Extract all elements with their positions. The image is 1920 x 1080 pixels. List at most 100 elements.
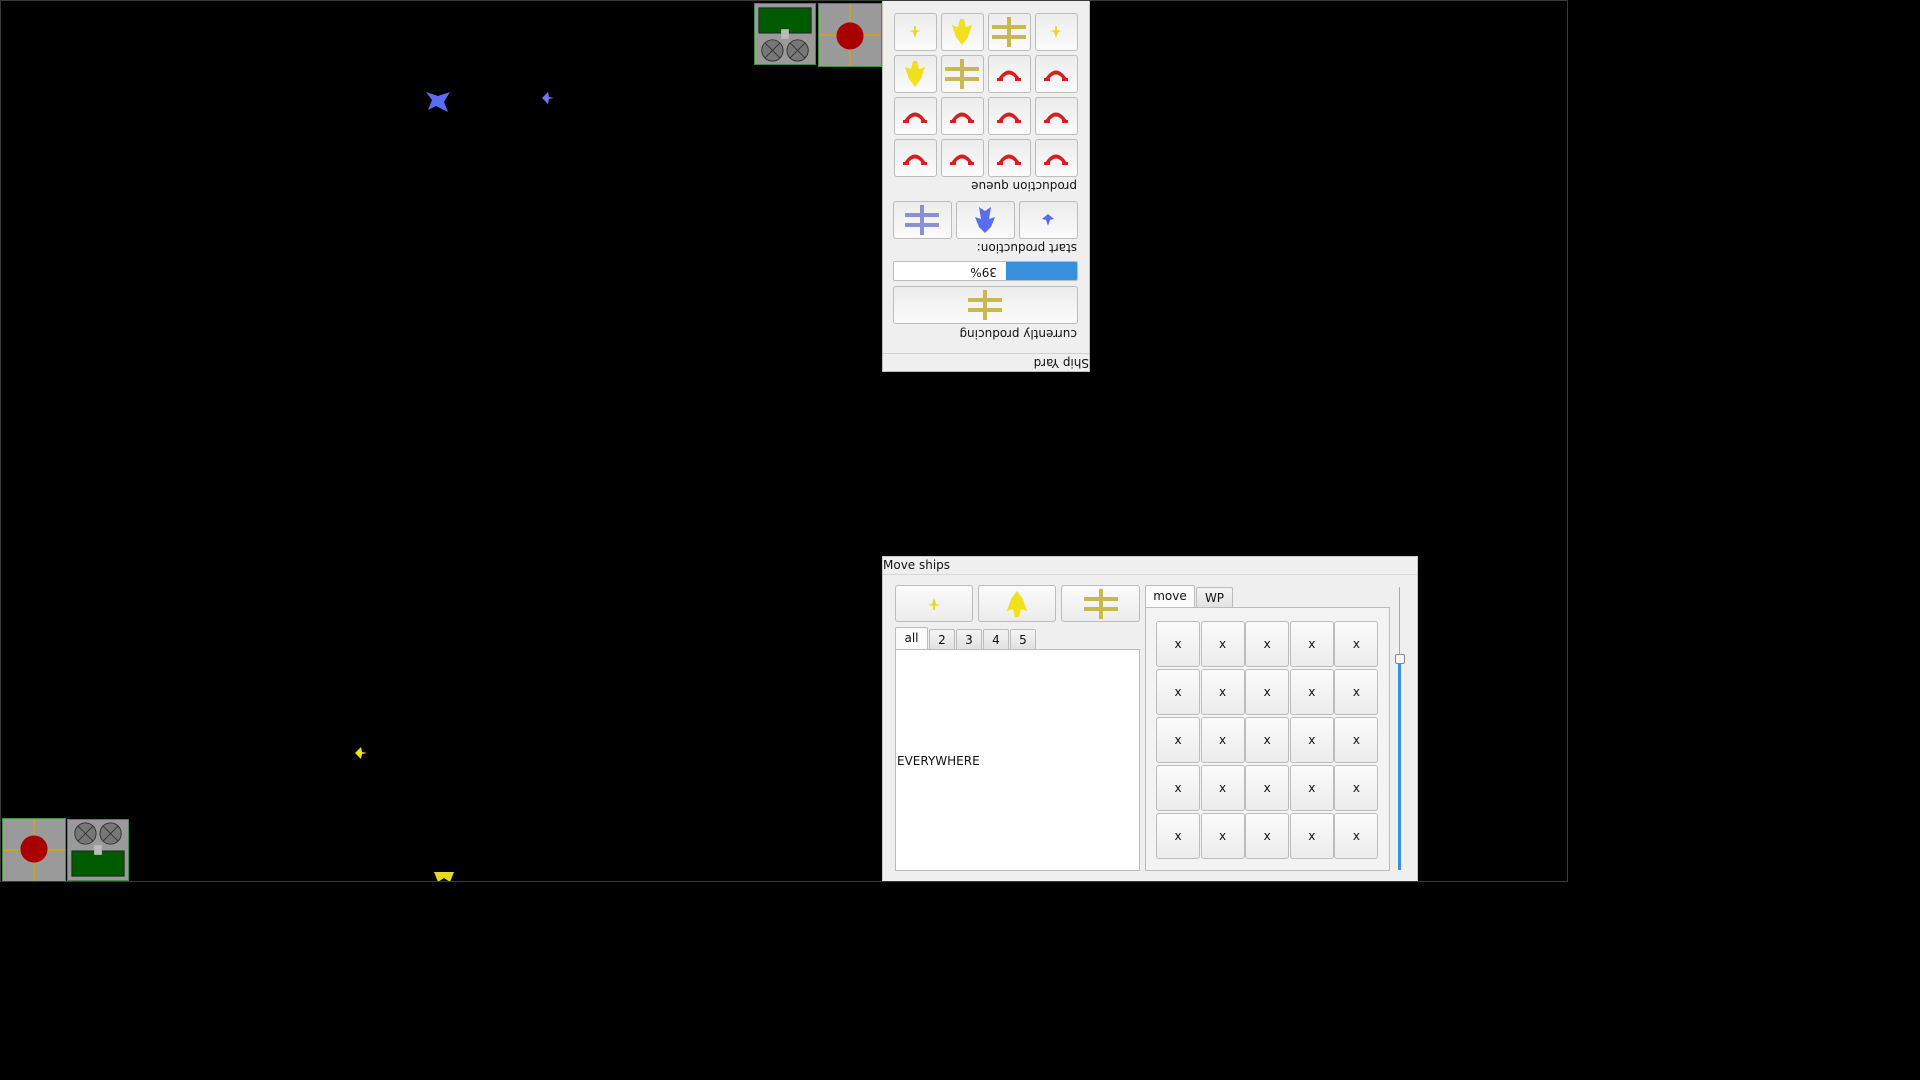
ship-yard-panel: Ship Yard currently producing 39% start … — [882, 0, 1090, 372]
factory-tile-top[interactable] — [754, 3, 816, 65]
red-base-tile-bottom[interactable] — [2, 818, 66, 882]
group-tab-2[interactable]: 2 — [929, 629, 955, 649]
move-grid-cell[interactable]: x — [1156, 717, 1200, 763]
yellow-small-ship-icon — [1050, 26, 1063, 38]
move-grid-cell[interactable]: x — [1156, 765, 1200, 811]
move-grid-cell[interactable]: x — [1156, 669, 1200, 715]
move-grid-cell[interactable]: x — [1245, 621, 1290, 667]
red-magnet-icon — [903, 112, 928, 123]
red-magnet-icon — [1044, 70, 1069, 81]
yellow-cross-ship-icon — [1083, 588, 1118, 619]
red-magnet-icon — [997, 154, 1022, 165]
move-grid-cell[interactable]: x — [1289, 717, 1334, 763]
move-grid-cell[interactable]: x — [1289, 669, 1334, 715]
move-grid-cell[interactable]: x — [1334, 765, 1379, 811]
queue-item-button[interactable] — [894, 55, 937, 93]
yellow-cross-ship-icon — [968, 290, 1003, 320]
yellow-small-ship-icon — [928, 597, 940, 610]
slider-track-top — [1399, 587, 1400, 655]
move-grid-cell[interactable]: x — [1245, 765, 1290, 811]
queue-item-button[interactable] — [988, 55, 1031, 93]
slider-track[interactable] — [1398, 655, 1401, 870]
start-blue-heavy-ship-button[interactable] — [956, 201, 1015, 239]
yellow-cross-ship-icon — [992, 17, 1027, 47]
queue-item-button[interactable] — [1035, 139, 1078, 177]
yellow-heavy-ship-icon — [905, 61, 926, 87]
move-ships-title: Move ships — [883, 557, 1417, 575]
blue-ship-large[interactable] — [422, 88, 454, 114]
red-magnet-icon — [997, 112, 1022, 123]
production-queue-label: production queue — [971, 179, 1077, 193]
queue-item-button[interactable] — [894, 13, 937, 51]
current-item-button[interactable] — [893, 286, 1078, 324]
group-tab-4[interactable]: 4 — [983, 629, 1009, 649]
move-grid-cell[interactable]: x — [1200, 765, 1245, 811]
move-grid-cell[interactable]: x — [1200, 813, 1245, 859]
move-grid-cell[interactable]: x — [1289, 813, 1334, 859]
queue-item-button[interactable] — [1035, 13, 1078, 51]
move-grid-cell[interactable]: x — [1200, 621, 1245, 667]
ship-yard-title: Ship Yard — [883, 353, 1089, 371]
red-magnet-icon — [903, 154, 928, 165]
mode-tab-wp[interactable]: WP — [1196, 587, 1233, 607]
group-tab-all[interactable]: all — [895, 627, 928, 649]
queue-item-button[interactable] — [941, 13, 984, 51]
move-grid-cell[interactable]: x — [1200, 669, 1245, 715]
move-grid-cell[interactable]: x — [1245, 717, 1290, 763]
queue-item-button[interactable] — [941, 97, 984, 135]
red-magnet-icon — [997, 70, 1022, 81]
group-tab-5[interactable]: 5 — [1010, 629, 1036, 649]
yellow-ship-small[interactable] — [353, 745, 369, 761]
move-grid-cell[interactable]: x — [1334, 669, 1379, 715]
move-grid-cell[interactable]: x — [1156, 621, 1200, 667]
factory-tile-bottom[interactable] — [67, 819, 129, 881]
move-grid-cell[interactable]: x — [1245, 669, 1290, 715]
group-tab-3[interactable]: 3 — [956, 629, 982, 649]
list-item-everywhere[interactable]: EVERYWHERE — [897, 754, 980, 768]
slider-handle[interactable] — [1395, 654, 1405, 664]
queue-item-button[interactable] — [988, 139, 1031, 177]
move-grid-cell[interactable]: x — [1245, 813, 1290, 859]
yellow-cross-ship-icon — [945, 59, 980, 89]
blue-ship-small[interactable] — [540, 90, 556, 106]
select-yellow-small-ship-button[interactable] — [895, 585, 973, 622]
yellow-heavy-ship-icon — [1007, 590, 1027, 617]
queue-item-button[interactable] — [941, 55, 984, 93]
group-list[interactable]: EVERYWHERE — [895, 649, 1140, 871]
move-grid-cell[interactable]: x — [1289, 765, 1334, 811]
production-progress: 39% — [893, 261, 1078, 281]
progress-fill — [1005, 262, 1077, 280]
start-production-label: start production: — [976, 241, 1077, 255]
blue-heavy-ship-icon — [975, 207, 996, 233]
progress-text: 39% — [970, 265, 997, 279]
move-grid-cell[interactable]: x — [1289, 621, 1334, 667]
queue-item-button[interactable] — [988, 97, 1031, 135]
move-grid-cell[interactable]: x — [1200, 717, 1245, 763]
queue-item-button[interactable] — [1035, 55, 1078, 93]
start-blue-cross-ship-button[interactable] — [893, 201, 952, 239]
currently-producing-label: currently producing — [959, 327, 1077, 341]
red-magnet-icon — [950, 154, 975, 165]
queue-item-button[interactable] — [988, 13, 1031, 51]
start-blue-small-ship-button[interactable] — [1019, 201, 1078, 239]
queue-item-button[interactable] — [894, 139, 937, 177]
move-grid-cell[interactable]: x — [1334, 717, 1379, 763]
yellow-ship-partial[interactable] — [434, 872, 454, 882]
move-grid-cell[interactable]: x — [1334, 621, 1379, 667]
red-base-tile-top[interactable] — [818, 3, 882, 67]
move-grid-cell[interactable]: x — [1334, 813, 1379, 859]
red-magnet-icon — [1044, 112, 1069, 123]
yellow-small-ship-icon — [909, 26, 922, 38]
move-grid-cell[interactable]: x — [1156, 813, 1200, 859]
blue-small-ship-icon — [1042, 214, 1055, 226]
queue-item-button[interactable] — [1035, 97, 1078, 135]
select-yellow-heavy-ship-button[interactable] — [978, 585, 1056, 622]
select-yellow-cross-ship-button[interactable] — [1061, 585, 1140, 622]
mode-tab-move[interactable]: move — [1145, 585, 1195, 607]
red-magnet-icon — [1044, 154, 1069, 165]
queue-item-button[interactable] — [941, 139, 984, 177]
yellow-heavy-ship-icon — [952, 19, 973, 45]
blue-cross-ship-icon — [905, 205, 940, 235]
move-ships-panel: Move ships EVERYWHERE all 2 3 4 5 move WP x x x x x… — [882, 556, 1418, 882]
queue-item-button[interactable] — [894, 97, 937, 135]
